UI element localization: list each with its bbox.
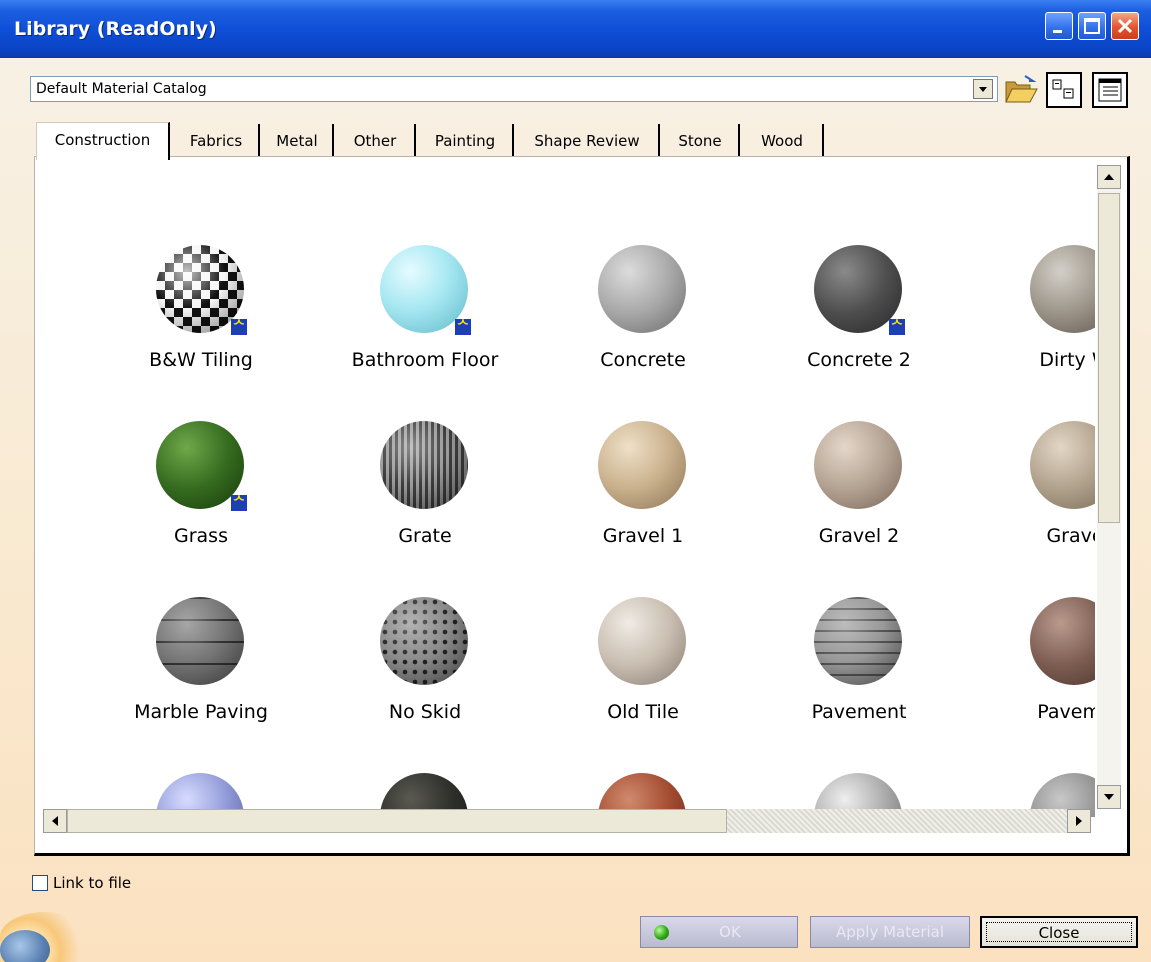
material-label: B&W Tiling — [149, 349, 253, 371]
material-sphere — [814, 597, 902, 685]
horizontal-scroll-thumb[interactable] — [67, 809, 727, 833]
material-sphere — [814, 421, 902, 509]
material-item[interactable]: No Skid — [315, 597, 535, 767]
maximize-icon — [1084, 18, 1100, 34]
material-label: Old Tile — [607, 701, 679, 723]
link-badge-icon: ᄉ — [455, 319, 471, 335]
material-label: Dirty W — [1039, 349, 1095, 371]
tab-painting[interactable]: Painting — [418, 124, 514, 158]
material-sphere — [1030, 245, 1095, 333]
material-label: Gravel 1 — [602, 525, 684, 547]
link-to-file-label: Link to file — [53, 874, 132, 892]
horizontal-scrollbar[interactable] — [43, 809, 1091, 833]
material-item[interactable]: Grate — [315, 421, 535, 591]
material-sphere — [1030, 597, 1095, 685]
material-sphere — [380, 597, 468, 685]
close-label: Close — [986, 922, 1132, 942]
material-label: Gravel 2 — [818, 525, 900, 547]
link-badge-icon: ᄉ — [889, 319, 905, 335]
tab-construction[interactable]: Construction — [36, 122, 170, 160]
material-item[interactable]: Grave — [965, 421, 1095, 591]
material-label: No Skid — [388, 701, 462, 723]
ok-label: OK — [719, 923, 741, 941]
library-dialog: Library (ReadOnly) Default Material Cata… — [0, 0, 1151, 962]
material-item[interactable]: Gravel 1 — [533, 421, 753, 591]
arrow-down-icon — [1104, 794, 1114, 800]
catalog-value: Default Material Catalog — [36, 81, 207, 97]
details-view-button[interactable] — [1092, 72, 1128, 108]
tab-fabrics[interactable]: Fabrics — [174, 124, 260, 158]
material-sphere — [598, 421, 686, 509]
material-panel: ᄉ B&W Tiling ᄉ Bathroom Floor Concrete ᄉ… — [34, 156, 1130, 856]
material-sphere — [156, 597, 244, 685]
material-item[interactable]: Dirty W — [965, 245, 1095, 415]
scroll-down-button[interactable] — [1097, 785, 1121, 809]
material-item[interactable]: ᄉ B&W Tiling — [91, 245, 311, 415]
material-label: Paveme — [1037, 701, 1095, 723]
scroll-left-button[interactable] — [43, 809, 67, 833]
material-item[interactable]: Concrete — [533, 245, 753, 415]
tab-stone[interactable]: Stone — [662, 124, 740, 158]
material-sphere — [598, 245, 686, 333]
maximize-button[interactable] — [1078, 12, 1106, 40]
material-item[interactable]: Marble Paving — [91, 597, 311, 767]
chevron-down-icon — [979, 87, 987, 92]
ok-button[interactable]: OK — [640, 916, 798, 948]
minimize-button[interactable] — [1045, 12, 1073, 40]
folder-open-icon — [1005, 75, 1038, 103]
scroll-up-button[interactable] — [1097, 165, 1121, 189]
material-sphere — [1030, 421, 1095, 509]
link-to-file-checkbox[interactable] — [32, 875, 48, 891]
catalog-dropdown[interactable]: Default Material Catalog — [30, 76, 998, 102]
window-title: Library (ReadOnly) — [14, 18, 217, 40]
tab-shape-review[interactable]: Shape Review — [516, 124, 660, 158]
link-badge-icon: ᄉ — [231, 495, 247, 511]
material-item[interactable]: ᄉ Grass — [91, 421, 311, 591]
apply-material-button[interactable]: Apply Material — [810, 916, 970, 948]
arrow-left-icon — [52, 816, 58, 826]
material-label: Marble Paving — [134, 701, 268, 723]
dropdown-arrow-button[interactable] — [973, 79, 993, 99]
arrow-right-icon — [1076, 816, 1082, 826]
title-bar[interactable]: Library (ReadOnly) — [0, 0, 1151, 58]
vertical-scrollbar[interactable] — [1097, 165, 1121, 809]
material-item[interactable]: Paveme — [965, 597, 1095, 767]
tab-metal[interactable]: Metal — [262, 124, 334, 158]
vertical-scroll-thumb[interactable] — [1098, 193, 1120, 523]
material-label: Grate — [398, 525, 452, 547]
details-view-icon — [1098, 78, 1122, 102]
large-icons-view-icon — [1052, 79, 1074, 99]
tab-wood[interactable]: Wood — [742, 124, 824, 158]
link-badge-icon: ᄉ — [231, 319, 247, 335]
material-item[interactable]: ᄉ Bathroom Floor — [315, 245, 535, 415]
material-label: Concrete — [600, 349, 686, 371]
material-item[interactable]: ᄉ Concrete 2 — [749, 245, 969, 415]
material-sphere — [598, 597, 686, 685]
material-label: Concrete 2 — [807, 349, 911, 371]
minimize-icon — [1053, 30, 1062, 33]
category-tabs: Construction Fabrics Metal Other Paintin… — [36, 122, 1130, 160]
material-label: Grave — [1046, 525, 1095, 547]
arrow-up-icon — [1104, 174, 1114, 180]
material-item[interactable]: Old Tile — [533, 597, 753, 767]
material-item[interactable]: Pavement — [749, 597, 969, 767]
scroll-right-button[interactable] — [1067, 809, 1091, 833]
close-window-button[interactable] — [1111, 12, 1139, 40]
open-catalog-button[interactable] — [1003, 72, 1039, 108]
material-label: Pavement — [811, 701, 907, 723]
material-label: Grass — [174, 525, 228, 547]
material-label: Bathroom Floor — [351, 349, 499, 371]
large-icons-view-button[interactable] — [1046, 72, 1082, 108]
app-logo-globe — [0, 930, 50, 962]
material-item[interactable]: Gravel 2 — [749, 421, 969, 591]
close-icon — [1117, 18, 1133, 34]
material-sphere — [380, 421, 468, 509]
tab-other[interactable]: Other — [336, 124, 416, 158]
material-grid: ᄉ B&W Tiling ᄉ Bathroom Floor Concrete ᄉ… — [43, 165, 1095, 817]
close-button[interactable]: Close — [980, 916, 1138, 948]
